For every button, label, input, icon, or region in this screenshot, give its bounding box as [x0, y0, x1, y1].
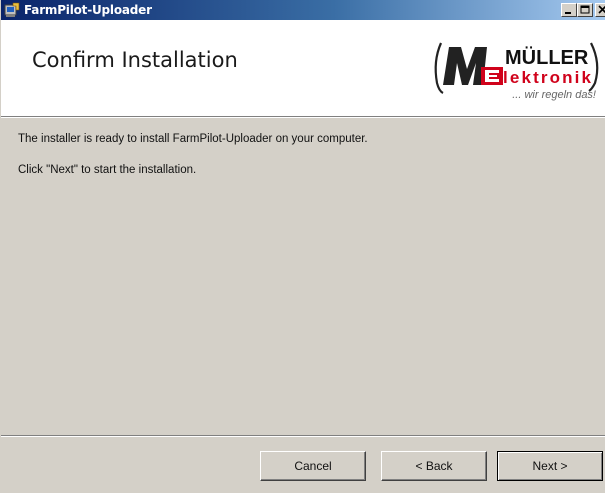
- logo-text-top: MÜLLER: [505, 46, 589, 69]
- close-icon: [598, 5, 605, 14]
- ready-message: The installer is ready to install FarmPi…: [18, 133, 368, 145]
- header-divider-highlight: [1, 117, 605, 118]
- next-button[interactable]: Next >: [497, 451, 603, 481]
- maximize-button[interactable]: [577, 3, 593, 17]
- header-banner: Confirm Installation MÜLLER lektronik ..…: [1, 20, 605, 116]
- installer-window: FarmPilot-Uploader Confirm Installation: [0, 0, 605, 493]
- logo-slogan: ... wir regeln das!: [512, 89, 596, 101]
- minimize-button[interactable]: [561, 3, 577, 17]
- maximize-icon: [580, 5, 590, 14]
- cancel-button[interactable]: Cancel: [260, 451, 366, 481]
- page-title: Confirm Installation: [32, 48, 238, 72]
- logo-text-bottom: lektronik: [503, 68, 592, 87]
- footer-divider-highlight: [1, 436, 605, 437]
- back-button[interactable]: < Back: [381, 451, 487, 481]
- minimize-icon: [565, 12, 571, 14]
- title-bar[interactable]: FarmPilot-Uploader: [1, 0, 605, 20]
- instruction-message: Click "Next" to start the installation.: [18, 164, 197, 176]
- window-title: FarmPilot-Uploader: [24, 3, 152, 17]
- close-button[interactable]: [595, 3, 605, 17]
- installer-app-icon: [4, 2, 20, 18]
